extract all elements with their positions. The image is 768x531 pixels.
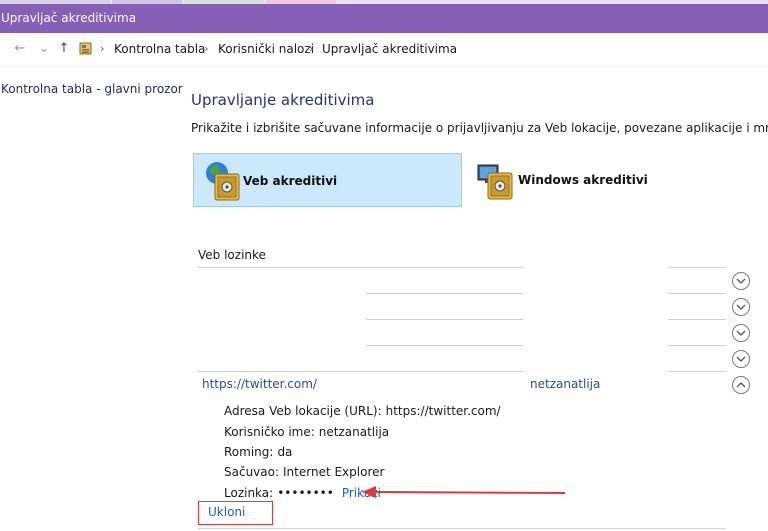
breadcrumb-separator: ›: [309, 42, 314, 55]
detail-value: https://twitter.com/: [385, 404, 501, 418]
back-button[interactable]: ←: [11, 40, 29, 58]
credential-url[interactable]: https://twitter.com/: [202, 377, 317, 391]
annotation-arrow-icon: [362, 486, 566, 498]
list-item-divider: [668, 319, 726, 320]
tab-windows-credentials-label: Windows akreditivi: [518, 173, 648, 187]
detail-label: Adresa Veb lokacije (URL):: [224, 404, 382, 418]
section-title-web-passwords: Veb lozinke: [198, 248, 266, 262]
remove-credential-link[interactable]: Ukloni: [198, 501, 273, 525]
list-item-divider: [668, 345, 726, 346]
detail-label: Sačuvao:: [224, 465, 280, 479]
sidebar-home-link[interactable]: Kontrolna tabla - glavni prozor: [1, 82, 183, 96]
tab-web-credentials[interactable]: Veb akreditivi: [193, 153, 462, 207]
page-description: Prikažite i izbrišite sačuvane informaci…: [191, 121, 768, 135]
tab-web-credentials-label: Veb akreditivi: [243, 174, 338, 188]
detail-value: Internet Explorer: [283, 465, 385, 479]
address-divider: [0, 66, 768, 67]
list-item-divider: [366, 319, 523, 320]
credential-username[interactable]: netzanatlija: [530, 377, 600, 391]
password-label: Lozinka:: [224, 486, 274, 500]
entry-divider: [198, 528, 726, 529]
breadcrumb-item-credential-manager[interactable]: Upravljač akreditivima: [322, 41, 457, 57]
detail-password: Lozinka: •••••••• Prikaži: [224, 486, 381, 500]
breadcrumb-separator: ›: [204, 42, 209, 55]
expand-chevron-down-icon[interactable]: [732, 324, 750, 342]
page-title: Upravljanje akreditivima: [191, 91, 375, 109]
detail-username: Korisničko ime: netzanatlija: [224, 425, 389, 439]
list-item-divider: [198, 371, 524, 372]
list-item-divider: [668, 371, 726, 372]
expand-chevron-down-icon[interactable]: [732, 298, 750, 316]
expand-chevron-down-icon[interactable]: [732, 272, 750, 290]
detail-label: Roming:: [224, 445, 274, 459]
breadcrumb-item-control-panel[interactable]: Kontrolna tabla: [114, 41, 205, 57]
detail-value: netzanatlija: [318, 425, 390, 439]
password-mask: ••••••••: [277, 486, 334, 500]
detail-saved-by: Sačuvao: Internet Explorer: [224, 465, 384, 479]
control-panel-icon: [79, 42, 92, 55]
address-bar: ← ⌄ ↑ › Kontrolna tabla › Korisnički nal…: [0, 33, 768, 66]
detail-value: da: [277, 445, 293, 459]
list-item-divider: [366, 345, 523, 346]
section-divider: [668, 267, 726, 268]
up-button[interactable]: ↑: [55, 40, 73, 58]
list-item-divider: [366, 293, 523, 294]
detail-label: Korisničko ime:: [224, 425, 315, 439]
expand-chevron-down-icon[interactable]: [732, 350, 750, 368]
breadcrumb-item-user-accounts[interactable]: Korisnički nalozi: [218, 41, 314, 57]
recent-locations-button[interactable]: ⌄: [35, 40, 53, 58]
window-title: Upravljač akreditivima: [1, 11, 137, 25]
tab-windows-credentials[interactable]: Windows akreditivi: [472, 153, 722, 207]
section-divider: [198, 267, 524, 268]
breadcrumb-separator: ›: [100, 42, 105, 55]
collapse-chevron-up-icon[interactable]: [732, 376, 750, 394]
list-item-divider: [668, 293, 726, 294]
detail-roaming: Roming: da: [224, 445, 292, 459]
computer-vault-icon: [477, 164, 513, 200]
globe-vault-icon: [206, 162, 240, 201]
title-bar: Upravljač akreditivima: [0, 4, 768, 33]
detail-url: Adresa Veb lokacije (URL): https://twitte…: [224, 404, 501, 418]
